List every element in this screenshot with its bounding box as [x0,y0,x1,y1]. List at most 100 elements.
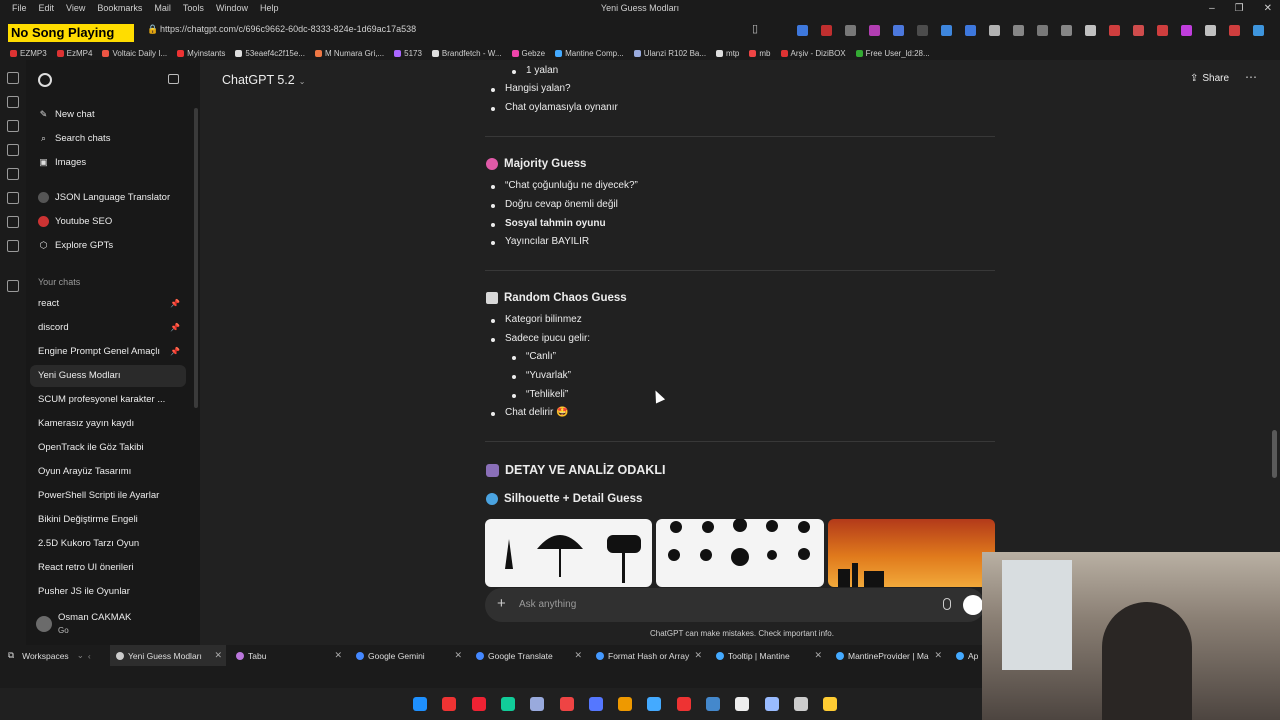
microphone-icon[interactable] [943,598,951,610]
extension-icon[interactable] [1253,25,1264,36]
attach-plus-icon[interactable]: + [497,595,506,612]
chat-item[interactable]: OpenTrack ile Göz Takibi [26,437,188,459]
extension-icon[interactable] [869,25,880,36]
chat-item[interactable]: discord 📌 [26,317,188,339]
tab-close-icon[interactable]: ✕ [214,650,222,661]
tab-close-icon[interactable]: ✕ [334,650,342,661]
bookmark-item[interactable]: mtp [716,49,739,58]
extension-icon[interactable] [1205,25,1216,36]
extension-icon[interactable] [1181,25,1192,36]
images-button[interactable]: ▣ Images [38,151,86,173]
extension-icon[interactable] [1013,25,1024,36]
taskbar-app-icon[interactable] [793,697,808,711]
minimize-icon[interactable]: – [1209,3,1215,14]
chat-item[interactable]: React retro UI önerileri [26,557,188,579]
chevron-left-icon[interactable]: ‹ [88,651,91,661]
extension-icon[interactable] [1037,25,1048,36]
taskbar-app-icon[interactable] [735,697,750,711]
bookmark-item[interactable]: EZMP3 [10,49,47,58]
taskbar-app-icon[interactable] [500,697,515,711]
chat-item[interactable]: Yeni Guess Modları [30,365,186,387]
extension-icon[interactable] [1229,25,1240,36]
bookmark-item[interactable]: M Numara Gri,... [315,49,384,58]
extension-icon[interactable] [821,25,832,36]
share-button[interactable]: ⇪ Share [1190,73,1229,84]
browser-tab[interactable]: Format Hash or Array ✕ [590,645,706,666]
menu-edit[interactable]: Edit [39,3,55,13]
tab-close-icon[interactable]: ✕ [574,650,582,661]
taskbar-app-icon[interactable] [823,697,838,711]
extension-icon[interactable] [965,25,976,36]
gpt-json-translator[interactable]: JSON Language Translator [38,186,170,208]
history-panel-icon[interactable] [7,120,19,132]
extension-icon[interactable] [1085,25,1096,36]
close-icon[interactable]: ✕ [1264,3,1272,14]
menu-tools[interactable]: Tools [183,3,204,13]
silhouette-image-1[interactable] [485,519,652,587]
bookmark-item[interactable]: Gebze [511,49,545,58]
taskbar-app-icon[interactable] [588,697,603,711]
chat-item[interactable]: Bikini Değiştirme Engeli [26,509,188,531]
explore-gpts-button[interactable]: ⬡ Explore GPTs [38,234,114,256]
extension-icon[interactable] [845,25,856,36]
taskbar-app-icon[interactable] [471,697,486,711]
sidebar-scrollbar[interactable] [194,108,198,408]
bookmark-item[interactable]: EzMP4 [56,49,92,58]
chat-item[interactable]: PowerShell Scripti ile Ayarlar [26,485,188,507]
menu-bookmarks[interactable]: Bookmarks [97,3,142,13]
maximize-icon[interactable]: ❐ [1235,3,1244,14]
extension-icon[interactable] [1157,25,1168,36]
taskbar-app-icon[interactable] [706,697,720,711]
browser-tab[interactable]: Google Translate ✕ [470,645,586,666]
menu-file[interactable]: File [12,3,27,13]
translate-panel-icon[interactable] [7,168,19,180]
search-chats-button[interactable]: ⌕ Search chats [38,127,110,149]
bookmark-item[interactable]: Arşiv - DiziBOX [780,49,846,58]
chat-item[interactable]: SCUM profesyonel karakter ... [26,389,188,411]
browser-tab[interactable]: MantineProvider | Ma ✕ [830,645,946,666]
bookmark-item[interactable]: Brandfetch - W... [431,49,502,58]
extension-icon[interactable] [797,25,808,36]
mail-panel-icon[interactable] [7,240,19,252]
chevron-down-icon[interactable]: ⌄ [77,650,84,661]
tab-close-icon[interactable]: ✕ [694,650,702,661]
openai-logo-icon[interactable] [38,73,52,87]
chat-item[interactable]: Engine Prompt Genel Amaçlı 📌 [26,341,188,363]
new-chat-button[interactable]: ✎ New chat [38,103,95,125]
extension-icon[interactable] [1109,25,1120,36]
model-selector[interactable]: ChatGPT 5.2 ⌄ [222,73,305,87]
bookmark-icon[interactable]: ▯ [752,22,758,35]
url-field[interactable]: https://chatgpt.com/c/696c9662-60dc-8333… [160,24,416,34]
browser-tab[interactable]: Yeni Guess Modları ✕ [110,645,226,666]
browser-tab[interactable]: Google Gemini ✕ [350,645,466,666]
bookmark-item[interactable]: Ulanzi R102 Ba... [633,49,706,58]
browser-tab[interactable]: Tabu ✕ [230,645,346,666]
bookmark-item[interactable]: Free User_ld:28... [855,49,930,58]
composer-input[interactable]: Ask anything [519,599,576,610]
taskbar-app-icon[interactable] [764,697,779,711]
bookmark-item[interactable]: 5173 [394,49,422,58]
chat-item[interactable]: Pusher JS ile Oyunlar [26,581,188,603]
chat-item[interactable]: Kamerasız yayın kaydı [26,413,188,435]
workspaces-button[interactable]: Workspaces [22,651,69,661]
window-panel-icon[interactable] [7,192,19,204]
taskbar-app-icon[interactable] [618,697,633,711]
browser-tab[interactable]: Ap [950,645,982,666]
bookmarks-panel-icon[interactable] [7,72,19,84]
chat-item[interactable]: 2.5D Kukoro Tarzı Oyun [26,533,188,555]
extension-icon[interactable] [1133,25,1144,36]
taskbar-app-icon[interactable] [647,697,662,711]
reading-list-icon[interactable] [7,216,19,228]
menu-view[interactable]: View [66,3,85,13]
workspaces-icon[interactable]: ⧉ [8,650,14,661]
tab-close-icon[interactable]: ✕ [934,650,942,661]
main-scrollbar[interactable] [1272,430,1277,478]
more-options-icon[interactable]: ⋯ [1245,70,1257,84]
bookmark-item[interactable]: Mantine Comp... [555,49,624,58]
taskbar-app-icon[interactable] [676,697,691,711]
sidebar-toggle-icon[interactable] [168,74,179,84]
tab-close-icon[interactable]: ✕ [454,650,462,661]
extension-icon[interactable] [893,25,904,36]
silhouette-image-2[interactable] [656,519,824,587]
menu-mail[interactable]: Mail [154,3,171,13]
